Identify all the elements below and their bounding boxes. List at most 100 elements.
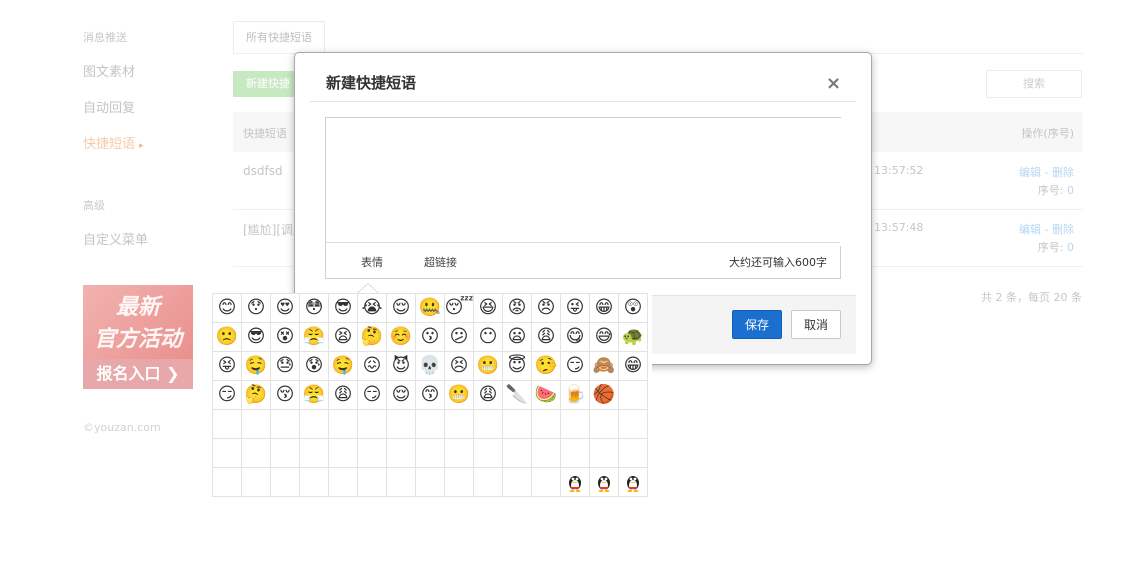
emoji-item[interactable] [561, 468, 590, 497]
emoji-item[interactable]: 😭 [358, 294, 387, 323]
emoji-item[interactable]: 😳 [300, 294, 329, 323]
tab-all-phrases[interactable]: 所有快捷短语 [233, 21, 325, 54]
emoji-item[interactable]: 😠 [532, 294, 561, 323]
emoji-item[interactable]: 😁 [619, 352, 648, 381]
emoji-item[interactable]: 🤔 [242, 381, 271, 410]
emoji-empty-cell [271, 439, 300, 468]
emoji-item[interactable]: 😁 [590, 294, 619, 323]
emoji-icon: 😶 [478, 326, 498, 347]
save-button[interactable]: 保存 [732, 310, 782, 339]
emoji-item[interactable]: 😤 [300, 381, 329, 410]
emoji-item[interactable]: 🙈 [590, 352, 619, 381]
emoji-item[interactable]: 😲 [619, 294, 648, 323]
emoji-icon: 😎 [246, 326, 266, 347]
emoji-icon: 😓 [275, 355, 295, 376]
emoji-item[interactable]: 😍 [271, 294, 300, 323]
promo-banner[interactable]: 最新 官方活动 报名入口 ❯ [83, 285, 193, 389]
emoji-empty-cell [416, 468, 445, 497]
emoji-item[interactable]: 🤐 [416, 294, 445, 323]
emoji-item[interactable]: 😤 [300, 323, 329, 352]
emoji-item[interactable]: 😏 [358, 381, 387, 410]
emoji-item[interactable]: 🏀 [590, 381, 619, 410]
emoji-empty-cell [445, 439, 474, 468]
emoji-item[interactable]: 🤤 [242, 352, 271, 381]
emoji-empty-cell [387, 439, 416, 468]
emoji-item[interactable]: ☺️ [387, 323, 416, 352]
emoji-item[interactable]: 😶 [474, 323, 503, 352]
emoji-panel: 😊 😯 😍 😳 😎 😭 😌 🤐 😴 😆 😡 😠 😜 😁 😲 🙁 😎 😵 😤 😫 🤔 ☺️ 😗 😕 😶 😦 😩 😋 😅 🐢 😝 🤤 😓 😰 🤤 😖 😈 💀 😣… [211, 293, 652, 497]
emoji-empty-cell [503, 410, 532, 439]
emoji-item[interactable]: 😌 [387, 294, 416, 323]
row-index-value[interactable]: 0 [1067, 241, 1074, 254]
emoji-empty-cell [590, 439, 619, 468]
cancel-button[interactable]: 取消 [791, 310, 841, 339]
emoji-item[interactable]: 😩 [474, 381, 503, 410]
emoji-item[interactable]: 😏 [213, 381, 242, 410]
emoji-item[interactable]: 😜 [561, 294, 590, 323]
search-input[interactable]: 搜索 [986, 70, 1082, 98]
emoji-item[interactable]: 🐢 [619, 323, 648, 352]
sidebar-item-quick-phrases[interactable]: 快捷短语 ▸ [83, 133, 144, 152]
emoji-item[interactable]: 😣 [445, 352, 474, 381]
row-actions[interactable]: 编辑 - 删除 [1019, 221, 1074, 237]
emoji-item[interactable]: 🙁 [213, 323, 242, 352]
emoji-item[interactable]: 😚 [271, 381, 300, 410]
emoji-item[interactable] [619, 468, 648, 497]
row-actions[interactable]: 编辑 - 删除 [1019, 164, 1074, 180]
emoji-item[interactable]: 🤔 [358, 323, 387, 352]
emoji-item[interactable]: 😖 [358, 352, 387, 381]
emoji-item[interactable]: 😏 [561, 352, 590, 381]
emoji-icon: 😤 [302, 326, 326, 347]
emoji-item[interactable]: 😡 [503, 294, 532, 323]
row-time: 13:57:52 [874, 164, 924, 177]
emoji-item[interactable]: 😝 [213, 352, 242, 381]
emoji-empty-cell [387, 468, 416, 497]
emoji-item[interactable]: 😗 [416, 323, 445, 352]
emoji-item[interactable]: 😰 [300, 352, 329, 381]
emoji-item[interactable]: 😕 [445, 323, 474, 352]
emoji-item[interactable]: 😫 [329, 323, 358, 352]
emoji-item[interactable]: 😬 [445, 381, 474, 410]
hyperlink-button[interactable]: 超链接 [424, 254, 457, 270]
emoji-item[interactable]: 😆 [474, 294, 503, 323]
emoji-item[interactable]: 🤥 [532, 352, 561, 381]
row-index-value[interactable]: 0 [1067, 184, 1074, 197]
emoji-item[interactable]: 🔪 [503, 381, 532, 410]
emoji-item[interactable]: 😴 [445, 294, 474, 323]
emoji-icon: 😋 [565, 326, 585, 347]
emoji-icon: 😴 [444, 297, 474, 318]
emoji-item[interactable]: 😙 [416, 381, 445, 410]
emoji-item[interactable]: 😈 [387, 352, 416, 381]
sidebar-item-custom-menu[interactable]: 自定义菜单 [83, 229, 148, 248]
sidebar-item-auto-reply[interactable]: 自动回复 [83, 97, 135, 116]
emoji-item[interactable]: 🍺 [561, 381, 590, 410]
emoji-item[interactable]: 😵 [271, 323, 300, 352]
emoji-icon: 😌 [391, 297, 411, 318]
emoji-item[interactable]: 😩 [329, 381, 358, 410]
emoji-item[interactable]: 😌 [387, 381, 416, 410]
qq-penguin-icon [565, 472, 585, 492]
emoji-button[interactable]: 表情 [361, 254, 383, 270]
emoji-item[interactable]: 🍉 [532, 381, 561, 410]
emoji-item[interactable]: 😓 [271, 352, 300, 381]
emoji-item[interactable] [590, 468, 619, 497]
emoji-item[interactable]: 😬 [474, 352, 503, 381]
emoji-item[interactable]: 😅 [590, 323, 619, 352]
emoji-item[interactable]: 😇 [503, 352, 532, 381]
phrase-textarea[interactable] [326, 118, 844, 246]
emoji-item[interactable]: 😊 [213, 294, 242, 323]
sidebar-item-materials[interactable]: 图文素材 [83, 61, 135, 80]
close-icon[interactable]: × [826, 73, 841, 94]
char-counter: 大约还可输入600字 [729, 256, 827, 269]
caret-right-icon: ▸ [139, 141, 144, 151]
emoji-item[interactable]: 🤤 [329, 352, 358, 381]
emoji-item[interactable]: 😯 [242, 294, 271, 323]
emoji-item[interactable]: 😩 [532, 323, 561, 352]
emoji-item[interactable]: 😎 [329, 294, 358, 323]
emoji-item[interactable]: 😋 [561, 323, 590, 352]
emoji-item[interactable]: 😎 [242, 323, 271, 352]
emoji-item[interactable]: 💀 [416, 352, 445, 381]
emoji-icon: 😗 [420, 326, 440, 347]
emoji-item[interactable]: 😦 [503, 323, 532, 352]
emoji-empty-cell [387, 410, 416, 439]
